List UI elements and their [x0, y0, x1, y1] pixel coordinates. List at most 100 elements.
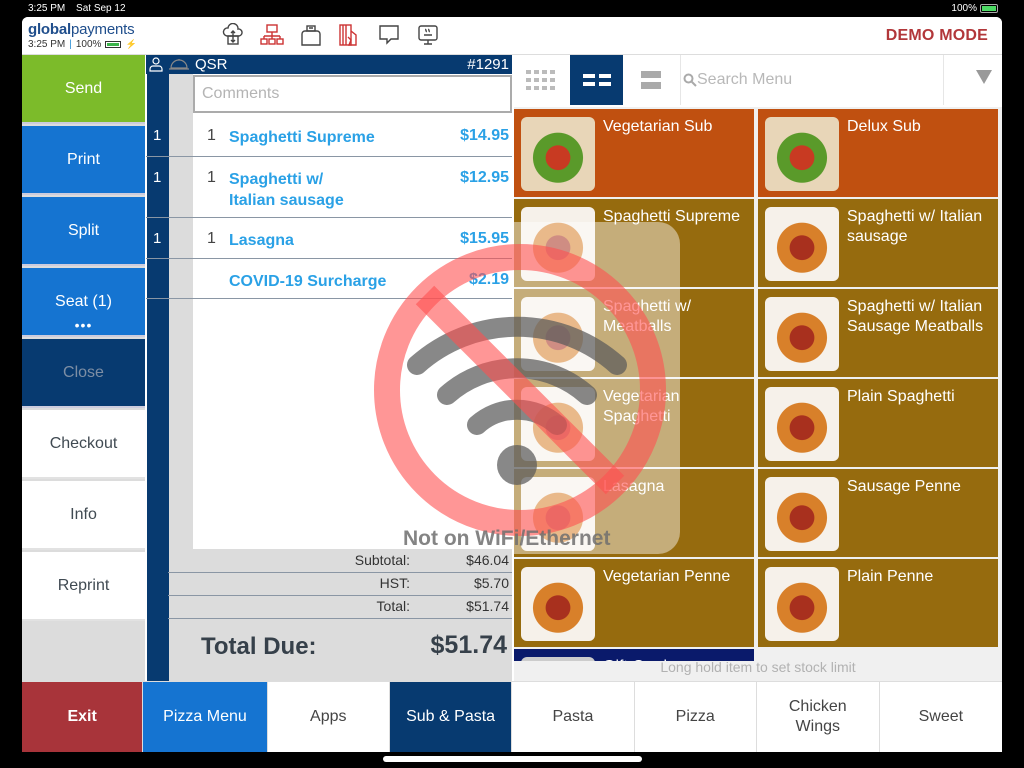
status-time: 3:25 PM: [28, 3, 66, 14]
card-reader-icon[interactable]: [337, 22, 363, 48]
category-tabs: Exit Pizza Menu Apps Sub & Pasta Pasta P…: [22, 681, 1002, 752]
menu-item-tile[interactable]: Spaghetti w/ Italian sausage: [758, 199, 998, 287]
menu-item-tile[interactable]: Spaghetti Supreme: [514, 199, 754, 287]
tab-apps[interactable]: Apps: [267, 681, 390, 752]
total-value: $51.74: [466, 598, 509, 614]
seat-label: Seat (1): [55, 292, 112, 310]
tab-pizza-menu[interactable]: Pizza Menu: [143, 681, 268, 752]
battery-icon: [105, 41, 122, 48]
list-icon: [640, 71, 661, 89]
menu-item-name: Vegetarian Penne: [603, 568, 731, 585]
seat-number: 1: [153, 230, 162, 247]
line-name: Lasagna: [229, 232, 294, 249]
send-button[interactable]: Send: [22, 55, 145, 124]
line-price: $2.19: [468, 271, 509, 288]
search-box[interactable]: [680, 55, 944, 105]
grid-small-view-button[interactable]: [514, 55, 567, 105]
menu-item-photo: [765, 477, 839, 551]
tab-chicken-wings[interactable]: Chicken Wings: [756, 681, 880, 752]
menu-item-tile[interactable]: Plain Penne: [758, 559, 998, 647]
menu-item-tile[interactable]: Vegetarian Penne: [514, 559, 754, 647]
menu-item-photo: [521, 117, 595, 191]
battery-icon: [980, 4, 998, 13]
line-name: Spaghetti w/Italian sausage: [229, 171, 344, 209]
print-button[interactable]: Print: [22, 126, 145, 195]
tab-sweet[interactable]: Sweet: [879, 681, 1002, 752]
menu-item-name: Plain Spaghetti: [847, 388, 955, 405]
charging-icon: ⚡: [125, 39, 137, 49]
menu-item-photo: [521, 207, 595, 281]
menu-item-tile[interactable]: Vegetarian Sub: [514, 109, 754, 197]
line-price: $15.95: [460, 230, 509, 247]
guest-icon[interactable]: [148, 56, 164, 76]
search-icon: [683, 73, 697, 87]
pos-app: globalpayments 3:25 PM | 100% ⚡ DEMO MOD…: [22, 17, 1002, 752]
total-due-label: Total Due:: [201, 633, 317, 660]
line-price: $12.95: [460, 169, 509, 186]
grid-small-icon: [525, 70, 555, 90]
checkout-button[interactable]: Checkout: [22, 410, 145, 479]
action-sidebar: Send Print Split Seat (1) ••• Close Chec…: [22, 55, 145, 681]
menu-item-photo: [521, 567, 595, 641]
status-date: Sat Sep 12: [76, 3, 126, 14]
printer-icon[interactable]: [298, 22, 324, 48]
order-type: QSR: [195, 56, 228, 73]
seat-button[interactable]: Seat (1) •••: [22, 268, 145, 337]
tab-pizza[interactable]: Pizza: [634, 681, 757, 752]
menu-item-tile[interactable]: Spaghetti w/ Meatballs: [514, 289, 754, 377]
menu-item-tile[interactable]: Delux Sub: [758, 109, 998, 197]
brand-light: payments: [70, 21, 135, 38]
cloud-sync-icon[interactable]: [220, 22, 246, 48]
menu-panel: Vegetarian Sub Delux Sub Spaghetti Supreme…: [514, 55, 1002, 681]
kitchen-display-icon[interactable]: [415, 22, 441, 48]
menu-item-name: Plain Penne: [847, 568, 934, 585]
brand-logo: globalpayments 3:25 PM | 100% ⚡: [28, 21, 137, 50]
chat-icon[interactable]: [376, 22, 402, 48]
close-button[interactable]: Close: [22, 339, 145, 408]
order-panel: QSR #1291 1 Spaghetti Supreme $14.95 1 S…: [146, 55, 512, 681]
line-name: Spaghetti Supreme: [229, 129, 375, 146]
filter-dropdown-button[interactable]: [976, 70, 992, 89]
menu-item-tile[interactable]: Vegetarian Spaghetti: [514, 379, 754, 467]
menu-item-tile[interactable]: Sausage Penne: [758, 469, 998, 557]
tax-value: $5.70: [473, 575, 509, 591]
tax-label: HST:: [379, 575, 410, 591]
comments-input[interactable]: [195, 77, 510, 111]
menu-item-photo: [765, 387, 839, 461]
menu-item-photo: [765, 297, 839, 371]
list-view-button[interactable]: [624, 55, 677, 105]
info-button[interactable]: Info: [22, 481, 145, 550]
order-number: #1291: [467, 56, 509, 73]
split-button[interactable]: Split: [22, 197, 145, 266]
tab-sub-pasta[interactable]: Sub & Pasta: [389, 681, 513, 752]
menu-item-photo: [521, 477, 595, 551]
home-indicator[interactable]: [383, 756, 642, 762]
grid-two-column-view-button[interactable]: [570, 55, 623, 105]
app-header: globalpayments 3:25 PM | 100% ⚡ DEMO MOD…: [22, 17, 1002, 55]
comments-field[interactable]: [193, 75, 512, 113]
demo-mode-label: DEMO MODE: [885, 27, 988, 44]
menu-item-name: Spaghetti w/ Meatballs: [603, 298, 692, 335]
menu-item-tile[interactable]: Lasagna: [514, 469, 754, 557]
total-label: Total:: [376, 598, 410, 614]
service-bell-icon[interactable]: [168, 56, 190, 76]
menu-item-name: Sausage Penne: [847, 478, 961, 495]
stock-hint: Long hold item to set stock limit: [660, 659, 856, 675]
menu-item-name: Spaghetti Supreme: [603, 208, 740, 225]
total-due: Total Due: $51.74: [193, 629, 512, 669]
line-price: $14.95: [460, 127, 509, 144]
menu-item-name: Vegetarian Spaghetti: [603, 388, 680, 425]
header-battery: 100%: [75, 39, 102, 50]
exit-button[interactable]: Exit: [22, 681, 144, 752]
menu-item-tile[interactable]: Plain Spaghetti: [758, 379, 998, 467]
line-qty: 1: [207, 230, 216, 247]
seat-number: 1: [153, 127, 162, 144]
menu-item-tile[interactable]: Spaghetti w/ Italian Sausage Meatballs: [758, 289, 998, 377]
tab-pasta[interactable]: Pasta: [512, 681, 635, 752]
menu-item-photo: [765, 117, 839, 191]
menu-item-name: Delux Sub: [847, 118, 921, 135]
grid-two-column-icon: [582, 74, 611, 86]
search-input[interactable]: [697, 71, 937, 89]
reprint-button[interactable]: Reprint: [22, 552, 145, 621]
network-icon[interactable]: [259, 22, 285, 48]
